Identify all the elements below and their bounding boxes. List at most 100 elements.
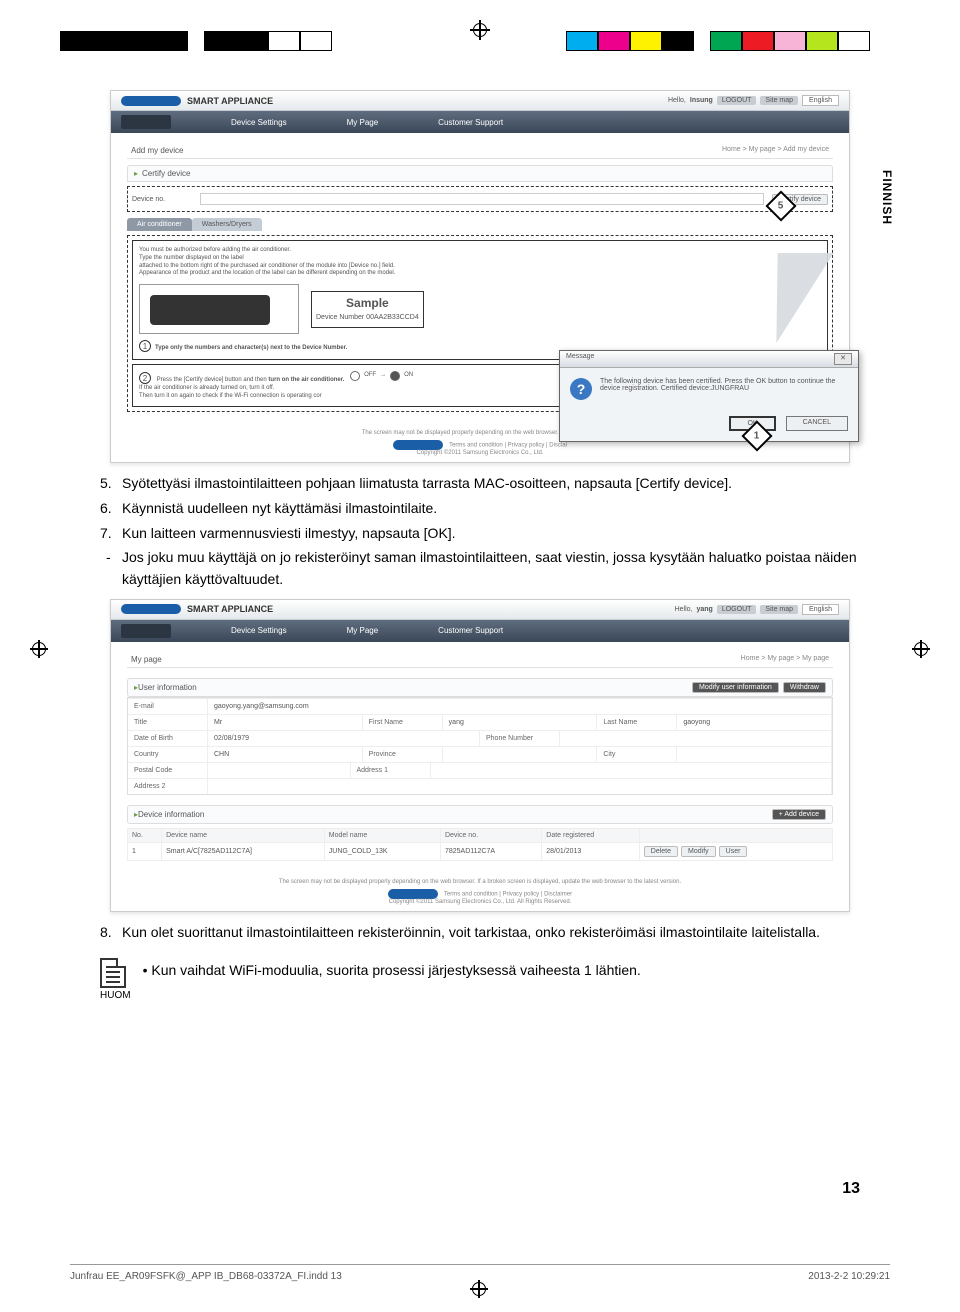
city-label: City (597, 747, 677, 762)
postal-value (208, 763, 351, 778)
breadcrumb: Home > My page > Add my device (722, 146, 829, 155)
app-brand: SMART APPLIANCE (187, 604, 273, 614)
on-icon (390, 371, 400, 381)
device-info-header: ▸Device information + Add device (127, 805, 833, 824)
country-value: CHN (208, 747, 363, 762)
instruction-7a: Jos joku muu käyttäjä on jo rekisteröiny… (100, 547, 860, 590)
screenshot-footer: The screen may not be displayed properly… (111, 871, 849, 911)
step-1-text: Type only the numbers and character(s) n… (155, 345, 347, 351)
add-device-button[interactable]: + Add device (772, 809, 826, 820)
nav-customer-support[interactable]: Customer Support (438, 118, 503, 127)
registration-mark-right-icon (912, 640, 930, 658)
dob-value: 02/08/1979 (208, 731, 480, 746)
screenshot-my-page: SMART APPLIANCE Hello, yang LOGOUT Site … (110, 599, 850, 912)
instruction-list-2: Kun olet suorittanut ilmastointilaitteen… (100, 922, 860, 944)
imprint-timestamp: 2013-2-2 10:29:21 (808, 1271, 890, 1282)
user-info-header: ▸User information Modify user informatio… (127, 678, 833, 697)
phone-value (560, 731, 832, 746)
sitemap-button[interactable]: Site map (760, 96, 798, 105)
question-icon: ? (570, 378, 592, 400)
postal-label: Postal Code (128, 763, 208, 778)
nav-customer-support[interactable]: Customer Support (438, 626, 503, 635)
instruction-5: Syötettyäsi ilmastointilaitteen pohjaan … (100, 473, 860, 495)
registration-mark-circle (473, 23, 487, 37)
row-modify-button[interactable]: Modify (681, 846, 716, 857)
certify-device-header: ▸Certify device (127, 165, 833, 182)
note-label: HUOM (100, 990, 131, 1001)
dialog-cancel-button[interactable]: CANCEL (786, 416, 848, 431)
firstname-label: First Name (363, 715, 443, 730)
logout-button[interactable]: LOGOUT (717, 605, 757, 614)
nav-device-settings[interactable]: Device Settings (231, 626, 287, 635)
province-label: Province (363, 747, 443, 762)
nav-my-page[interactable]: My Page (347, 118, 379, 127)
dob-label: Date of Birth (128, 731, 208, 746)
note-block: HUOM • Kun vaihdat WiFi-moduulia, suorit… (100, 958, 860, 1001)
imprint-file: Junfrau EE_AR09FSFK@_APP IB_DB68-03372A_… (70, 1271, 342, 1282)
lastname-value: gaoyong (677, 715, 832, 730)
dialog-message: The following device has been certified.… (600, 378, 848, 400)
note-text: Kun vaihdat WiFi-moduulia, suorita prose… (151, 962, 640, 978)
firstname-value: yang (443, 715, 598, 730)
samsung-logo-icon (121, 604, 181, 614)
table-row: 1Smart A/C[7825AD112C7A]JUNG_COLD_13K782… (128, 842, 833, 860)
breadcrumb: Home > My page > My page (741, 655, 829, 664)
device-table: No.Device nameModel nameDevice no.Date r… (127, 828, 833, 861)
step-2-icon: 2 (139, 372, 151, 384)
device-illustration (139, 284, 299, 334)
modify-user-button[interactable]: Modify user information (692, 682, 779, 693)
device-no-input[interactable] (200, 193, 764, 205)
note-icon (100, 958, 126, 988)
message-dialog: Message ✕ ? The following device has been… (559, 350, 859, 442)
title-label: Title (128, 715, 208, 730)
off-icon (350, 371, 360, 381)
country-label: Country (128, 747, 208, 762)
title-value: Mr (208, 715, 363, 730)
nav-home-button[interactable] (121, 115, 171, 129)
province-value (443, 747, 598, 762)
address2-value (208, 779, 832, 794)
row-delete-button[interactable]: Delete (644, 846, 678, 857)
samsung-logo-icon (388, 889, 438, 899)
nav-home-button[interactable] (121, 624, 171, 638)
sitemap-button[interactable]: Site map (760, 605, 798, 614)
language-tab: FINNISH (880, 170, 894, 225)
nav-device-settings[interactable]: Device Settings (231, 118, 287, 127)
authorization-instructions: You must be authorized before adding the… (132, 240, 828, 360)
language-select[interactable]: English (802, 604, 839, 615)
page-number: 13 (842, 1180, 860, 1198)
device-no-label: Device no. (132, 196, 192, 203)
username: yang (697, 606, 713, 613)
table-header-row: No.Device nameModel nameDevice no.Date r… (128, 828, 833, 842)
reg-swatches-right (566, 31, 870, 51)
nav-my-page[interactable]: My Page (347, 626, 379, 635)
app-header: SMART APPLIANCE Hello, Insung LOGOUT Sit… (111, 91, 849, 111)
instruction-8: Kun olet suorittanut ilmastointilaitteen… (100, 922, 860, 944)
page-title: My page (131, 655, 162, 664)
language-select[interactable]: English (802, 95, 839, 106)
registration-mark-left-icon (30, 640, 48, 658)
app-brand: SMART APPLIANCE (187, 96, 273, 106)
tab-air-conditioner[interactable]: Air conditioner (127, 218, 192, 231)
hello-text: Hello, (668, 97, 686, 104)
imprint-line: Junfrau EE_AR09FSFK@_APP IB_DB68-03372A_… (70, 1264, 890, 1282)
dialog-title: Message (566, 353, 594, 365)
withdraw-button[interactable]: Withdraw (783, 682, 826, 693)
address1-value (431, 763, 833, 778)
email-label: E-mail (128, 699, 208, 714)
instruction-6: Käynnistä uudelleen nyt käyttämäsi ilmas… (100, 498, 860, 520)
samsung-logo-icon (121, 96, 181, 106)
row-user-button[interactable]: User (719, 846, 748, 857)
bullet-icon: • (143, 962, 148, 978)
screenshot-certify-device: SMART APPLIANCE Hello, Insung LOGOUT Sit… (110, 90, 850, 463)
step-1-icon: 1 (139, 340, 151, 352)
sample-label: Sample Device Number 00AA2B33CCD4 (311, 291, 424, 328)
instruction-list-1: Syötettyäsi ilmastointilaitteen pohjaan … (100, 473, 860, 590)
username: Insung (690, 97, 713, 104)
address1-label: Address 1 (351, 763, 431, 778)
city-value (677, 747, 832, 762)
tab-washers-dryers[interactable]: Washers/Dryers (192, 218, 262, 231)
dialog-close-button[interactable]: ✕ (834, 353, 852, 365)
logout-button[interactable]: LOGOUT (717, 96, 757, 105)
samsung-logo-icon (393, 440, 443, 450)
